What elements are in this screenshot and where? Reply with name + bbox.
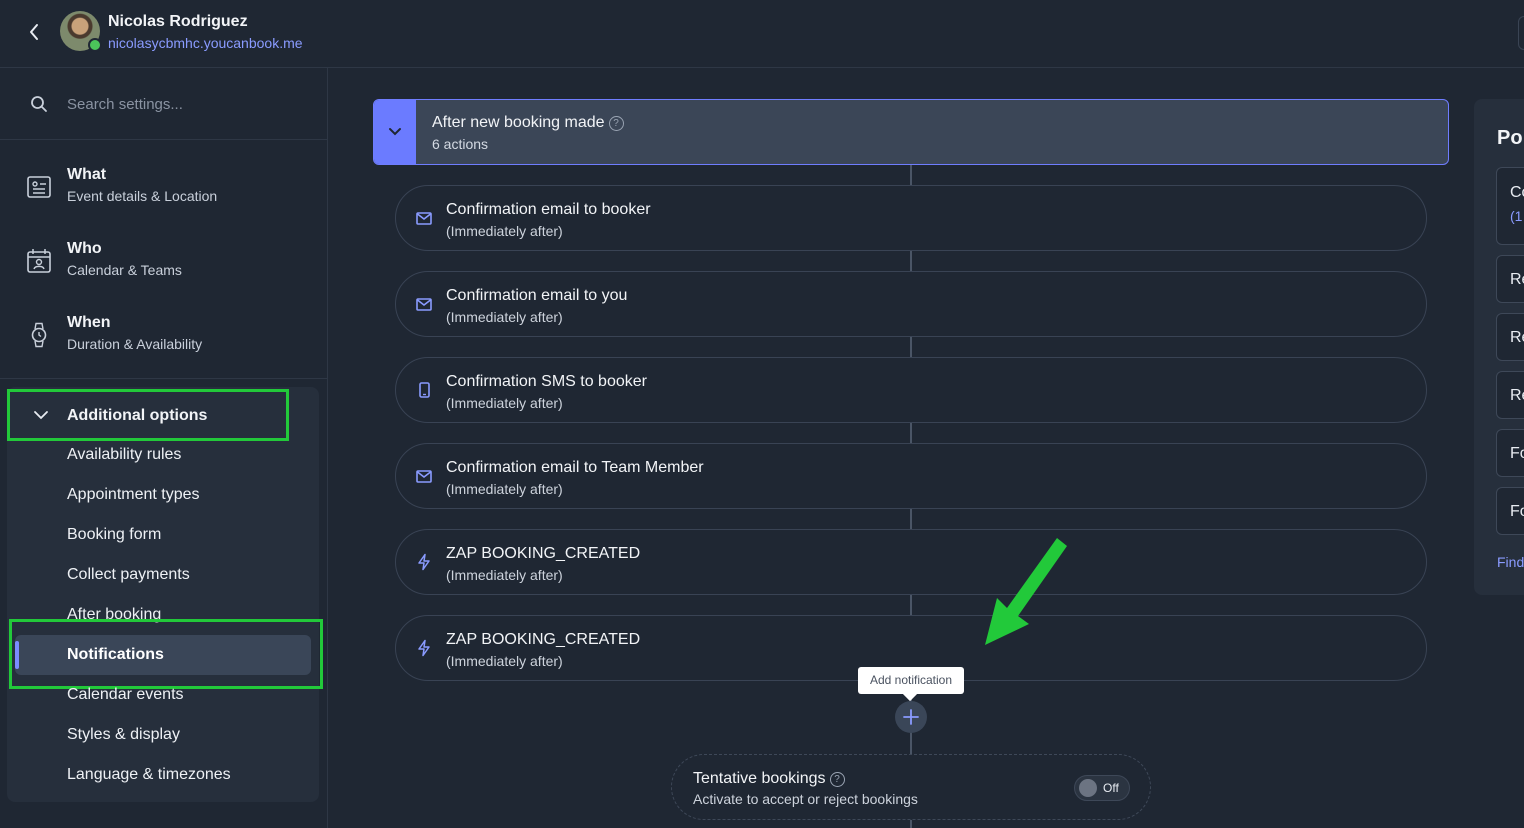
user-name: Nicolas Rodriguez [108,13,248,30]
sidebar-item-booking-form[interactable]: Booking form [67,526,161,544]
sidebar-item-language-timezones[interactable]: Language & timezones [67,766,231,784]
document-icon [27,176,51,198]
sidebar-item-notifications[interactable]: Notifications [15,635,311,675]
trigger-title: After new booking made? [432,114,624,132]
plus-icon [903,709,919,725]
sidebar-item-when[interactable]: When Duration & Availability [0,298,327,372]
panel-card-sub: (1 [1510,208,1523,224]
popular-panel: Po Co (1 Re Re Re Fo Fo Find [1474,99,1524,595]
search-input[interactable] [67,92,307,116]
mail-icon [416,470,432,483]
bolt-icon [418,553,430,571]
online-status-dot [88,38,102,52]
watch-icon [31,322,47,348]
sidebar-item-label: Notifications [67,646,164,663]
trigger-action-count: 6 actions [432,136,489,152]
trigger-collapse-button[interactable] [374,100,416,164]
action-title: Confirmation email to booker [446,201,651,218]
action-card[interactable]: Confirmation email to booker (Immediatel… [395,185,1427,251]
panel-card-label: Co [1510,184,1524,201]
mail-icon [416,298,432,311]
panel-card-label: Fo [1510,503,1524,520]
sidebar-item-subtitle: Calendar & Teams [67,262,182,278]
sidebar-divider [0,378,327,379]
sidebar-item-calendar-events[interactable]: Calendar events [67,686,184,704]
top-bar: Nicolas Rodriguez nicolasycbmhc.youcanbo… [0,0,1524,68]
sidebar-item-styles-display[interactable]: Styles & display [67,726,180,744]
action-timing: (Immediately after) [446,653,563,669]
panel-card[interactable]: Fo [1496,487,1524,535]
tentative-title-text: Tentative bookings [693,770,826,787]
panel-card-label: Fo [1510,445,1524,462]
sidebar-item-appointment-types[interactable]: Appointment types [67,486,200,504]
back-button[interactable] [22,20,46,44]
action-timing: (Immediately after) [446,223,563,239]
mail-icon [416,212,432,225]
panel-card[interactable]: Fo [1496,429,1524,477]
panel-card[interactable]: Re [1496,313,1524,361]
panel-title: Po [1497,127,1523,149]
panel-card[interactable]: Re [1496,255,1524,303]
chevron-left-icon [30,24,38,40]
sidebar-item-who[interactable]: Who Calendar & Teams [0,224,327,298]
bolt-icon [418,639,430,657]
active-indicator [15,641,19,669]
avatar[interactable] [60,11,102,52]
action-title: ZAP BOOKING_CREATED [446,545,641,562]
booking-page-link[interactable]: nicolasycbmhc.youcanbook.me [108,35,303,51]
sidebar-item-subtitle: Event details & Location [67,188,218,204]
sidebar-item-what[interactable]: What Event details & Location [0,150,327,224]
sidebar-item-title: What [67,166,107,183]
tentative-subtitle: Activate to accept or reject bookings [693,791,918,807]
help-icon[interactable]: ? [608,116,624,131]
panel-find-link[interactable]: Find [1497,554,1524,570]
settings-sidebar: What Event details & Location Who Calend… [0,68,328,828]
sidebar-item-title: Who [67,240,102,257]
action-card[interactable]: Confirmation email to you (Immediately a… [395,271,1427,337]
panel-card[interactable]: Re [1496,371,1524,419]
panel-card[interactable]: Co (1 [1496,167,1524,245]
phone-icon [419,382,430,398]
panel-card-label: Re [1510,329,1524,346]
chevron-down-icon [34,411,48,420]
calendar-person-icon [27,249,51,273]
tentative-bookings-card: Tentative bookings? Activate to accept o… [671,754,1151,820]
action-card[interactable]: ZAP BOOKING_CREATED (Immediately after) [395,529,1427,595]
sidebar-item-collect-payments[interactable]: Collect payments [67,566,190,584]
chevron-down-icon [389,128,401,136]
top-right-button[interactable] [1518,16,1524,50]
action-title: ZAP BOOKING_CREATED [446,631,641,648]
panel-card-label: Re [1510,271,1524,288]
action-card[interactable]: Confirmation email to Team Member (Immed… [395,443,1427,509]
tentative-toggle[interactable]: Off [1074,775,1130,801]
action-title: Confirmation email to you [446,287,628,304]
additional-options-title: Additional options [67,407,208,424]
action-card[interactable]: Confirmation SMS to booker (Immediately … [395,357,1427,423]
action-timing: (Immediately after) [446,481,563,497]
tentative-title: Tentative bookings? [693,770,845,788]
panel-card-label: Re [1510,387,1524,404]
action-timing: (Immediately after) [446,309,563,325]
action-timing: (Immediately after) [446,395,563,411]
search-box [0,68,327,140]
action-timing: (Immediately after) [446,567,563,583]
sidebar-item-subtitle: Duration & Availability [67,336,203,352]
sidebar-item-availability-rules[interactable]: Availability rules [67,446,181,464]
sidebar-item-title: When [67,314,111,331]
help-icon[interactable]: ? [829,772,845,787]
action-title: Confirmation email to Team Member [446,459,704,476]
toggle-knob [1079,779,1097,797]
sidebar-item-after-booking[interactable]: After booking [67,606,161,624]
search-icon [31,96,47,112]
toggle-label: Off [1103,781,1119,795]
trigger-card[interactable]: After new booking made? 6 actions [373,99,1449,165]
trigger-title-text: After new booking made [432,114,605,131]
add-notification-button[interactable] [895,701,927,733]
additional-options-toggle[interactable]: Additional options [7,389,289,441]
action-title: Confirmation SMS to booker [446,373,647,390]
add-notification-tooltip: Add notification [858,667,964,694]
